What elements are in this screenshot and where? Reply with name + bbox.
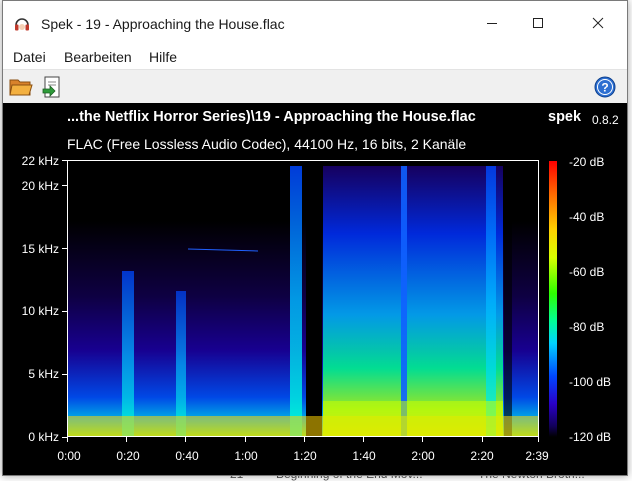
svg-text:?: ? xyxy=(601,81,608,95)
time-tick xyxy=(185,437,186,442)
help-icon: ? xyxy=(594,76,616,98)
save-export-icon xyxy=(42,76,60,98)
db-color-scale xyxy=(549,161,557,437)
maximize-icon xyxy=(533,18,543,28)
freq-label: 10 kHz xyxy=(21,304,59,318)
file-info: FLAC (Free Lossless Audio Codec), 44100 … xyxy=(67,136,467,152)
time-label: 0:00 xyxy=(57,449,81,463)
maximize-button[interactable] xyxy=(516,7,560,39)
help-button[interactable]: ? xyxy=(592,74,618,100)
title-bar[interactable]: Spek - 19 - Approaching the House.flac xyxy=(3,1,627,45)
db-label: -40 dB xyxy=(569,210,605,224)
time-label: 2:20 xyxy=(470,449,494,463)
freq-tick xyxy=(62,160,67,161)
db-label: -80 dB xyxy=(569,320,605,334)
time-label: 0:40 xyxy=(175,449,199,463)
time-tick xyxy=(67,437,68,442)
time-tick xyxy=(538,437,539,442)
time-tick xyxy=(304,437,305,442)
time-tick xyxy=(126,437,127,442)
freq-label: 5 kHz xyxy=(28,367,59,381)
time-label: 1:00 xyxy=(234,449,258,463)
time-label: 0:20 xyxy=(116,449,140,463)
open-file-button[interactable] xyxy=(8,74,34,100)
minimize-button[interactable] xyxy=(470,7,514,39)
menu-bar: Datei Bearbeiten Hilfe xyxy=(3,45,627,69)
time-label: 2:39 xyxy=(525,449,549,463)
db-label: -100 dB xyxy=(569,375,612,389)
spek-window: Spek - 19 - Approaching the House.flac D… xyxy=(2,0,628,476)
db-label: -60 dB xyxy=(569,265,605,279)
toolbar: ? xyxy=(3,69,627,103)
time-tick xyxy=(422,437,423,442)
spectrogram-plot xyxy=(67,160,539,437)
freq-tick xyxy=(62,185,67,186)
menu-hilfe[interactable]: Hilfe xyxy=(149,49,177,65)
time-tick xyxy=(482,437,483,442)
freq-tick xyxy=(62,311,67,312)
time-label: 2:00 xyxy=(411,449,435,463)
freq-tick xyxy=(62,374,67,375)
time-tick xyxy=(363,437,364,442)
db-label: -120 dB xyxy=(569,430,612,444)
freq-tick xyxy=(62,248,67,249)
spectrogram-panel: ...the Netflix Horror Series)\19 - Appro… xyxy=(3,103,627,475)
headphones-icon xyxy=(14,16,30,32)
freq-label: 0 kHz xyxy=(28,430,59,444)
window-title: Spek - 19 - Approaching the House.flac xyxy=(41,16,285,32)
save-button[interactable] xyxy=(39,74,65,100)
app-brand: spek xyxy=(548,109,582,125)
app-version: 0.8.2 xyxy=(592,113,619,127)
minimize-icon xyxy=(487,23,497,24)
folder-open-icon xyxy=(9,79,33,96)
time-label: 1:20 xyxy=(293,449,317,463)
menu-bearbeiten[interactable]: Bearbeiten xyxy=(64,49,132,65)
db-label: -20 dB xyxy=(569,155,605,169)
time-tick xyxy=(245,437,246,442)
spectrogram-image xyxy=(68,161,538,436)
menu-datei[interactable]: Datei xyxy=(13,49,46,65)
freq-label: 22 kHz xyxy=(21,154,59,168)
close-button[interactable] xyxy=(576,7,620,39)
freq-label: 20 kHz xyxy=(21,179,59,193)
time-label: 1:40 xyxy=(352,449,376,463)
close-icon xyxy=(592,17,604,29)
file-title: ...the Netflix Horror Series)\19 - Appro… xyxy=(67,109,476,125)
freq-label: 15 kHz xyxy=(21,242,59,256)
